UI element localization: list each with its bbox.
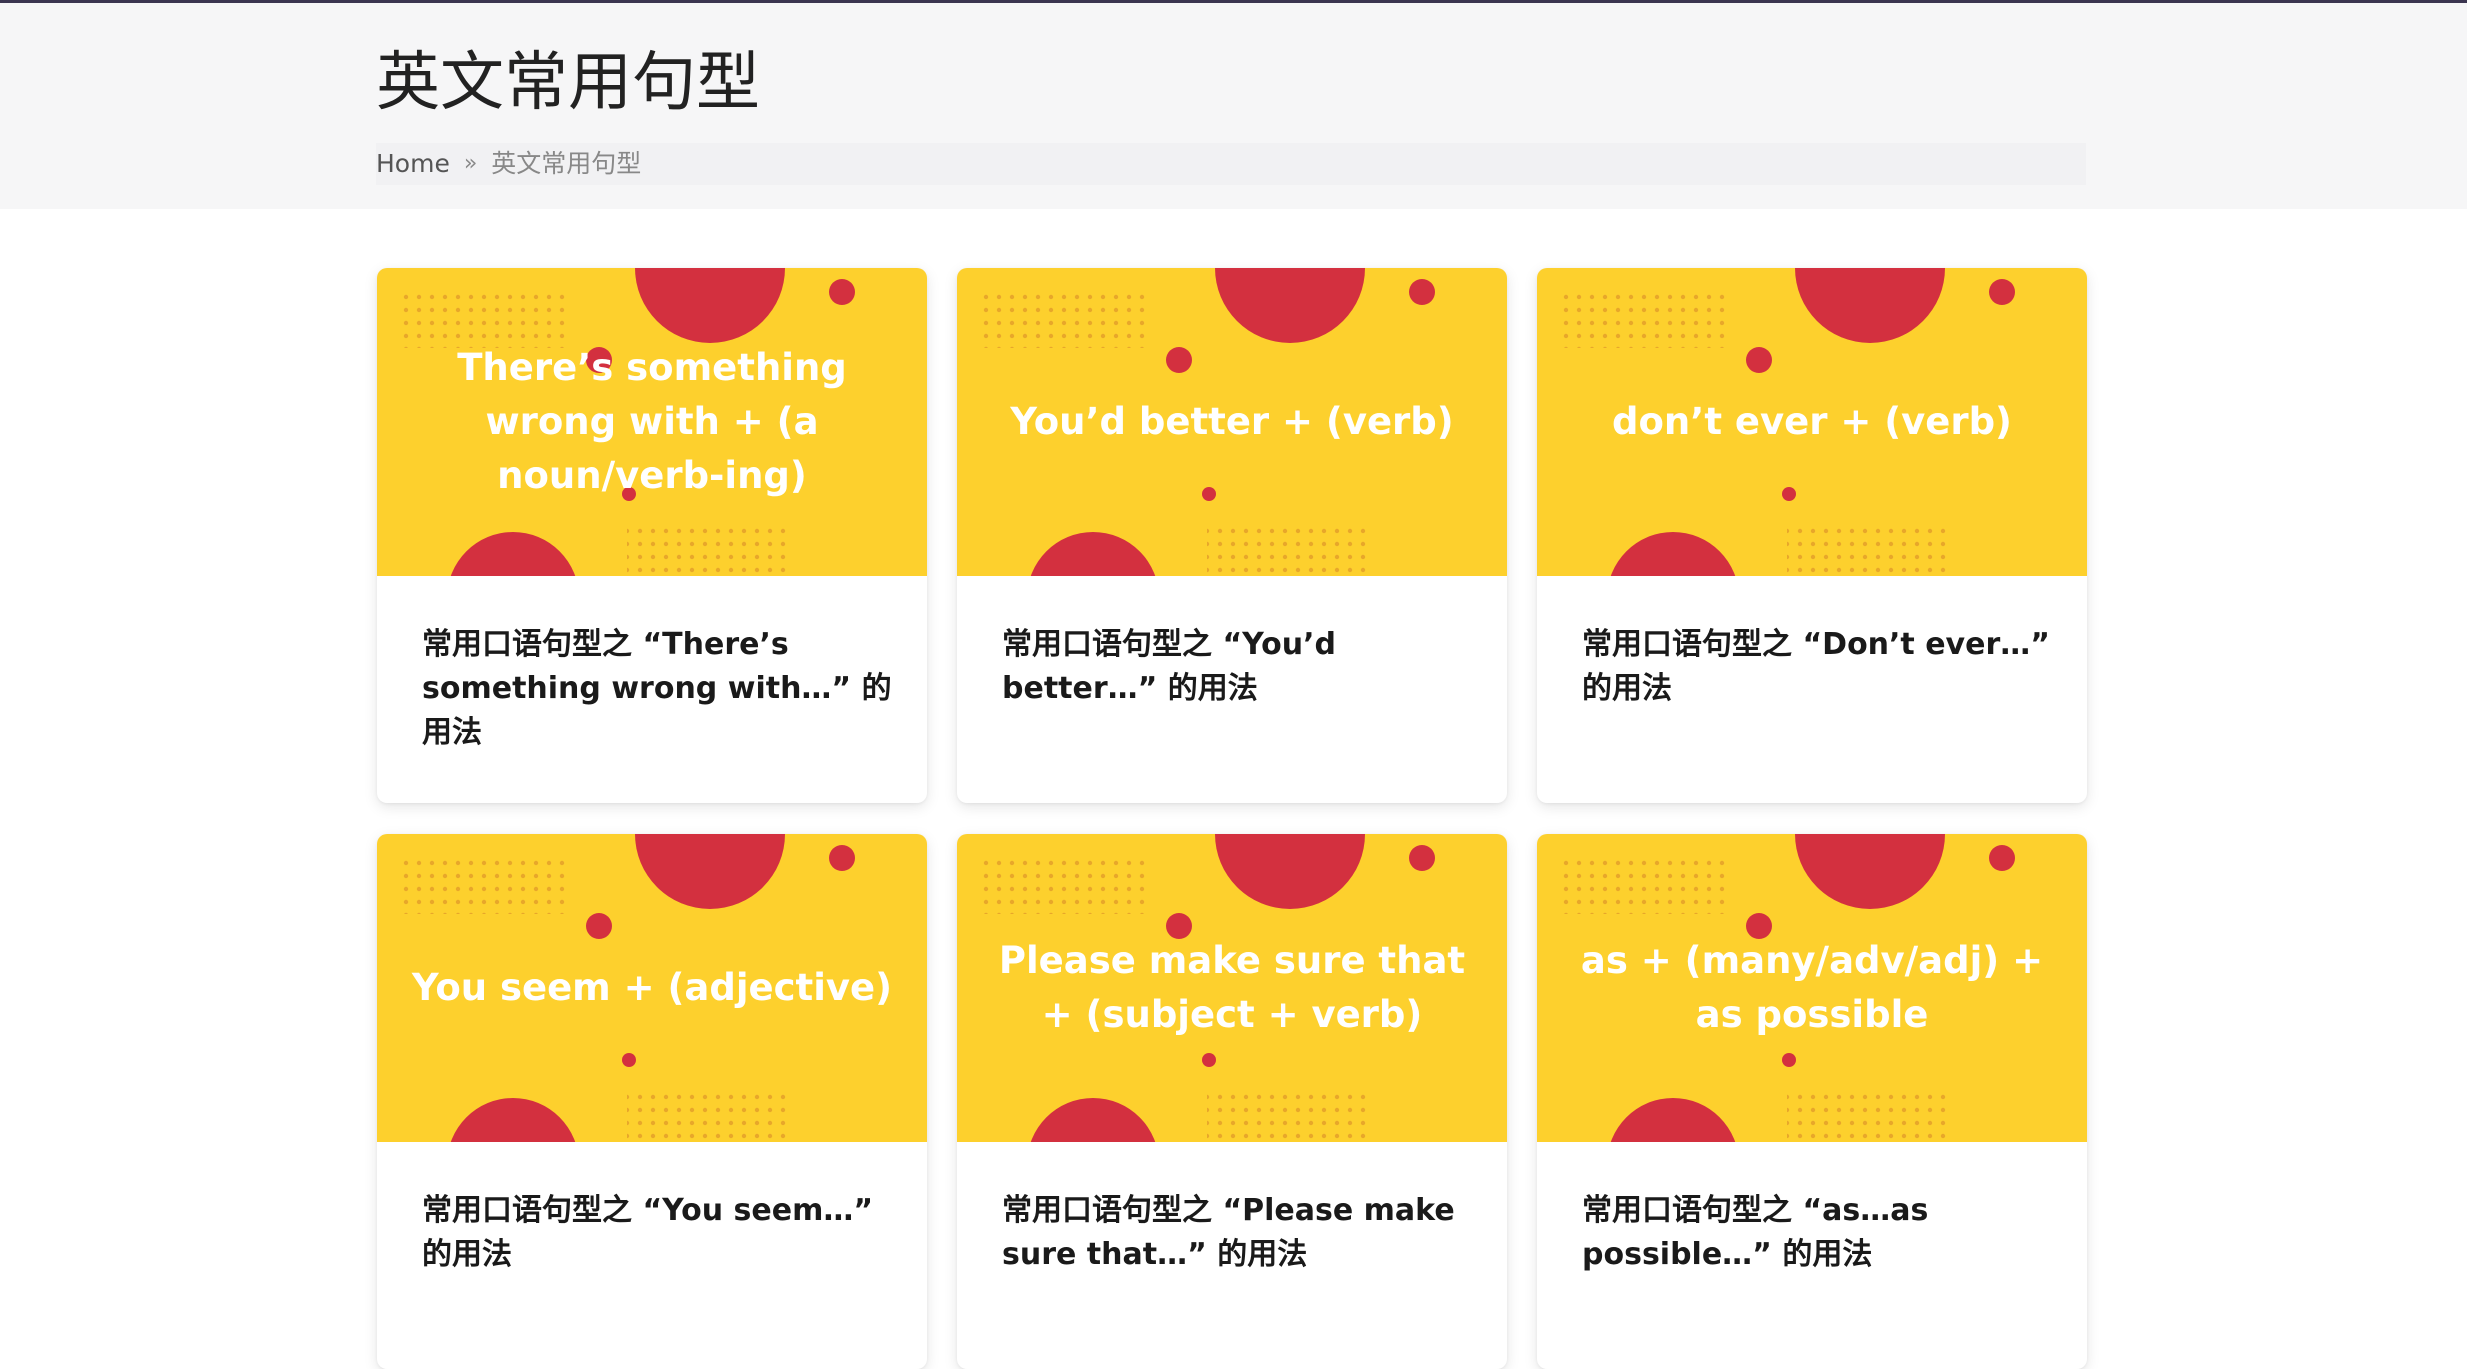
thumbnail-caption: There’s something wrong with + (a noun/v…: [457, 346, 847, 497]
thumbnail-caption: don’t ever + (verb): [1612, 400, 2012, 443]
post-thumbnail[interactable]: You’d better + (verb): [957, 268, 1507, 576]
post-thumbnail[interactable]: as + (many/adv/adj) + as possible: [1537, 834, 2087, 1142]
breadcrumb-home-link[interactable]: Home: [376, 145, 450, 183]
post-title-link[interactable]: 常用口语句型之 “You’d better…” 的用法: [1002, 623, 1472, 711]
breadcrumb-current: 英文常用句型: [491, 149, 642, 178]
post-title-link[interactable]: 常用口语句型之 “You seem…” 的用法: [422, 1189, 892, 1277]
thumbnail-caption: Please make sure that + (subject + verb): [998, 939, 1466, 1036]
post-title-link[interactable]: 常用口语句型之 “as…as possible…” 的用法: [1582, 1189, 2052, 1277]
post-thumbnail[interactable]: You seem + (adjective): [377, 834, 927, 1142]
post-card[interactable]: You’d better + (verb) 常用口语句型之 “You’d bet…: [957, 268, 1507, 803]
thumbnail-caption: You seem + (adjective): [411, 966, 893, 1009]
breadcrumb-separator: »: [463, 151, 478, 176]
post-title-link[interactable]: 常用口语句型之 “Don’t ever…” 的用法: [1582, 623, 2052, 711]
post-card[interactable]: There’s something wrong with + (a noun/v…: [377, 268, 927, 803]
post-thumbnail[interactable]: don’t ever + (verb): [1537, 268, 2087, 576]
post-card[interactable]: Please make sure that + (subject + verb)…: [957, 834, 1507, 1369]
post-card[interactable]: as + (many/adv/adj) + as possible 常用口语句型…: [1537, 834, 2087, 1369]
page-title: 英文常用句型: [376, 46, 760, 120]
thumbnail-caption: You’d better + (verb): [1010, 400, 1454, 443]
page-header: 英文常用句型 Home » 英文常用句型: [0, 3, 2467, 209]
thumbnail-caption: as + (many/adv/adj) + as possible: [1580, 939, 2044, 1036]
post-title-link[interactable]: 常用口语句型之 “There’s something wrong with…” …: [422, 623, 892, 755]
post-card[interactable]: You seem + (adjective) 常用口语句型之 “You seem…: [377, 834, 927, 1369]
post-card[interactable]: don’t ever + (verb) 常用口语句型之 “Don’t ever……: [1537, 268, 2087, 803]
post-thumbnail[interactable]: Please make sure that + (subject + verb): [957, 834, 1507, 1142]
post-thumbnail[interactable]: There’s something wrong with + (a noun/v…: [377, 268, 927, 576]
breadcrumb: Home » 英文常用句型: [376, 143, 2086, 185]
post-title-link[interactable]: 常用口语句型之 “Please make sure that…” 的用法: [1002, 1189, 1472, 1277]
